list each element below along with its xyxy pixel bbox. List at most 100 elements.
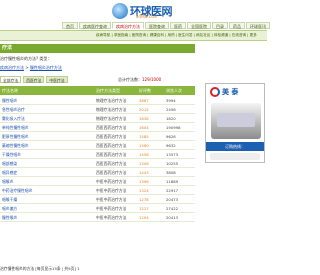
therapy-name-link[interactable]: 咽部感染 xyxy=(2,161,17,167)
table-row: 咽部感染 西医西药治疗方法 1508 10255 xyxy=(0,159,195,168)
nav-item-8[interactable]: 环球医讯 xyxy=(246,22,270,29)
tab-1[interactable]: 西医疗法 xyxy=(23,76,45,83)
view-count: 2456 xyxy=(166,107,176,112)
header-name[interactable]: 疗法名称 xyxy=(2,88,18,94)
therapy-type: 西医西药治疗方法 xyxy=(96,125,127,130)
nav-item-2[interactable]: 疾病治疗方法 xyxy=(112,22,144,29)
view-count: 3808 xyxy=(166,170,176,175)
header-rating[interactable]: 好评数 xyxy=(139,88,151,94)
table-row: 慢性喉炎 中医中药治疗方法 1204 20413 xyxy=(0,213,195,222)
view-count: 9626 xyxy=(166,134,176,139)
nav-item-7[interactable]: 药品 xyxy=(229,22,245,29)
rating-count: 1443 xyxy=(139,170,149,175)
nav-item-3[interactable]: 医院查询 xyxy=(145,22,169,29)
globe-icon xyxy=(112,3,128,19)
therapy-name-link[interactable]: 咽异感症 xyxy=(2,170,17,176)
therapy-type: 西医西药治疗方法 xyxy=(96,170,127,175)
therapy-name-link[interactable]: 肥厚性慢性咽炎 xyxy=(2,134,29,140)
table-row: 咽异感症 西医西药治疗方法 1443 3808 xyxy=(0,168,195,177)
rating-count: 1508 xyxy=(139,161,149,166)
table-row: 咽喉干燥 中医中药治疗方法 1278 20473 xyxy=(0,195,195,204)
therapy-name-link[interactable]: 萎缩性慢性咽炎 xyxy=(2,143,29,149)
header-views[interactable]: 浏览人次 xyxy=(166,88,182,94)
therapy-type: 中医中药治疗方法 xyxy=(96,179,127,184)
therapy-name-link[interactable]: 单纯性慢性咽炎 xyxy=(2,125,29,131)
rating-count: 1227 xyxy=(139,206,149,211)
view-count: 3994 xyxy=(166,98,176,103)
view-count: 22917 xyxy=(166,188,179,193)
therapy-type: 西医西药治疗方法 xyxy=(96,161,127,166)
therapy-name-link[interactable]: 干燥性咽炎 xyxy=(2,152,21,158)
logo-url: 54MD.com xyxy=(136,14,158,19)
ad-phone: 订购热线： xyxy=(206,142,264,151)
therapy-type: 物理疗法治疗方法 xyxy=(96,98,127,103)
therapy-type: 中医中药治疗方法 xyxy=(96,197,127,202)
total-value: 129/1000 xyxy=(142,77,162,82)
rating-count: 1204 xyxy=(139,215,149,220)
view-count: 9632 xyxy=(166,143,176,148)
filter-tabs: 全部疗法 西医疗法 中医疗法 xyxy=(0,76,68,83)
therapy-name-link[interactable]: 咽喉炎 xyxy=(2,179,13,185)
pagination[interactable]: 治疗慢性咽炎的方法 [每页显示15条 | 共9页] 1 xyxy=(0,266,79,272)
therapy-name-link[interactable]: 咽喉干燥 xyxy=(2,197,17,203)
view-count: 27422 xyxy=(166,206,179,211)
view-count: 20473 xyxy=(166,197,179,202)
breadcrumb-link-methods[interactable]: 疾病治疗方法 xyxy=(0,65,24,70)
view-count: 13573 xyxy=(166,152,179,157)
therapy-type: 中医中药治疗方法 xyxy=(96,206,127,211)
breadcrumb-link-current[interactable]: 慢性咽炎治疗方法 xyxy=(30,65,62,70)
breadcrumb: 疾病治疗方法 > 慢性咽炎治疗方法 xyxy=(0,65,62,71)
therapy-table: 慢性咽炎 物理疗法治疗方法 3887 3994 急性咽炎治疗 物理疗法治疗方法 2015 24… xyxy=(0,96,195,222)
main-nav: 首页 疾病医疗查询 疾病治疗方法 医院查询 医药 全国医院 目录 药品 环球医讯 xyxy=(62,22,270,29)
section-title: 疗法 xyxy=(0,44,195,53)
view-count: 1820 xyxy=(166,116,176,121)
table-row: 慢性咽炎 物理疗法治疗方法 3887 3994 xyxy=(0,96,195,105)
therapy-name-link[interactable]: 咽炎偏方 xyxy=(2,206,17,212)
therapy-name-link[interactable]: 雾化吸入疗法 xyxy=(2,116,25,122)
view-count: 11889 xyxy=(166,179,179,184)
therapy-name-link[interactable]: 慢性喉炎 xyxy=(2,215,17,221)
therapy-name-link[interactable]: 中药治疗慢性咽炎 xyxy=(2,188,32,194)
nav-item-4[interactable]: 医药 xyxy=(170,22,186,29)
ad-banner[interactable]: 美 泰 订购热线： xyxy=(205,83,265,163)
ad-footer xyxy=(210,153,260,160)
device-image xyxy=(211,103,261,139)
header-type[interactable]: 治疗方法类型 xyxy=(96,88,120,94)
view-count: 190998 xyxy=(166,125,181,130)
table-row: 咽喉炎 中医中药治疗方法 1398 11889 xyxy=(0,177,195,186)
sub-nav: 疾病导航 | 求医指南 | 医院查询 | 健康百科 | 用药 | 医生问答 | … xyxy=(0,30,267,41)
table-row: 中药治疗慢性咽炎 中医中药治疗方法 1324 22917 xyxy=(0,186,195,195)
table-row: 急性咽炎治疗 物理疗法治疗方法 2015 2456 xyxy=(0,105,195,114)
rating-count: 1604 xyxy=(139,125,149,130)
search-question: 治疗慢性咽炎的方法? 类型： xyxy=(0,56,52,61)
rating-count: 1585 xyxy=(139,134,149,139)
tab-0[interactable]: 全部疗法 xyxy=(0,76,22,83)
nav-item-1[interactable]: 疾病医疗查询 xyxy=(79,22,111,29)
view-count: 20413 xyxy=(166,215,179,220)
therapy-name-link[interactable]: 急性咽炎治疗 xyxy=(2,107,25,113)
therapy-name-link[interactable]: 慢性咽炎 xyxy=(2,98,17,104)
nav-item-0[interactable]: 首页 xyxy=(62,22,78,29)
therapy-type: 中医中药治疗方法 xyxy=(96,188,127,193)
brand-logo-icon xyxy=(210,87,220,97)
rating-count: 2015 xyxy=(139,107,149,112)
therapy-type: 西医西药治疗方法 xyxy=(96,152,127,157)
table-row: 雾化吸入疗法 物理疗法治疗方法 1838 1820 xyxy=(0,114,195,123)
therapy-type: 物理疗法治疗方法 xyxy=(96,107,127,112)
view-count: 10255 xyxy=(166,161,179,166)
site-logo[interactable]: 环球医网 54MD.com xyxy=(112,3,182,21)
tab-2[interactable]: 中医疗法 xyxy=(46,76,68,83)
rating-count: 1558 xyxy=(139,152,149,157)
nav-item-6[interactable]: 目录 xyxy=(212,22,228,29)
therapy-type: 物理疗法治疗方法 xyxy=(96,116,127,121)
nav-item-5[interactable]: 全国医院 xyxy=(187,22,211,29)
therapy-type: 中医中药治疗方法 xyxy=(96,215,127,220)
table-row: 肥厚性慢性咽炎 西医西药治疗方法 1585 9626 xyxy=(0,132,195,141)
table-row: 单纯性慢性咽炎 西医西药治疗方法 1604 190998 xyxy=(0,123,195,132)
total-label: 总计疗法数： xyxy=(118,77,142,82)
table-row: 咽炎偏方 中医中药治疗方法 1227 27422 xyxy=(0,204,195,213)
rating-count: 1398 xyxy=(139,179,149,184)
sub-nav-links[interactable]: 疾病导航 | 求医指南 | 医院查询 | 健康百科 | 用药 | 医生问答 | … xyxy=(96,33,257,38)
therapy-type: 西医西药治疗方法 xyxy=(96,143,127,148)
table-row: 萎缩性慢性咽炎 西医西药治疗方法 1560 9632 xyxy=(0,141,195,150)
